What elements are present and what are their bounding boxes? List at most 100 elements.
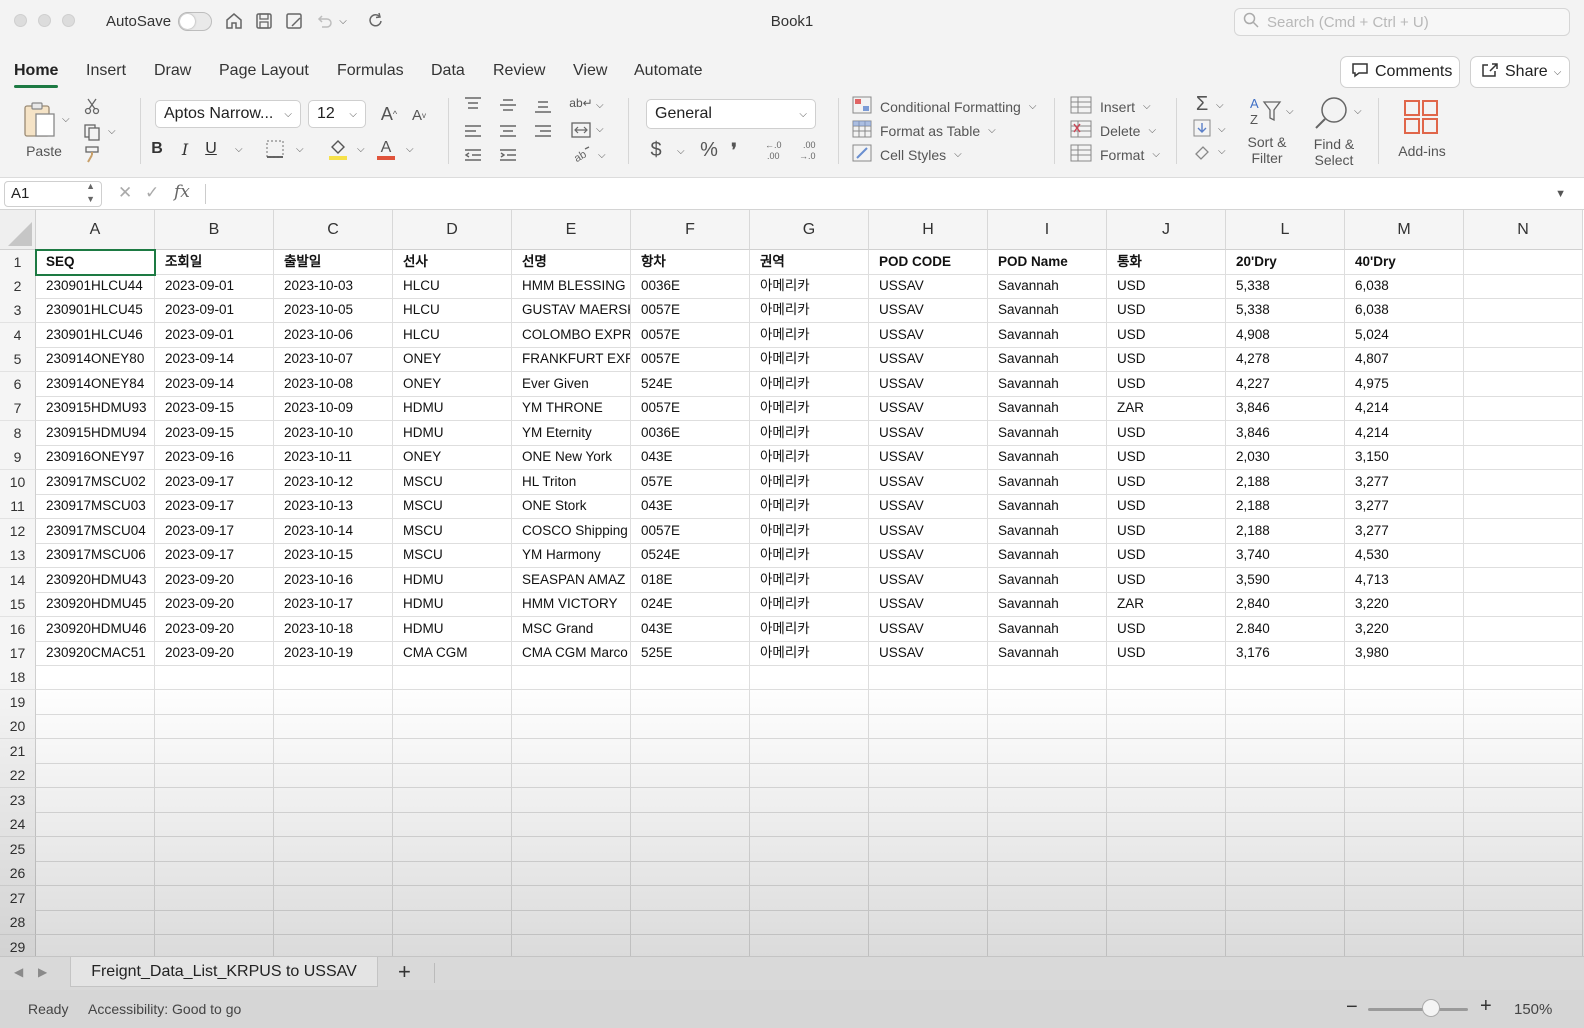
empty-cell[interactable] <box>750 935 869 956</box>
empty-cell[interactable] <box>631 812 750 837</box>
table-cell[interactable]: 5,024 <box>1345 323 1464 348</box>
empty-cell[interactable] <box>274 886 393 911</box>
empty-cell[interactable] <box>1345 788 1464 813</box>
merge-dropdown-icon[interactable]: ⌵ <box>596 124 604 135</box>
sort-filter-icon[interactable]: AZ <box>1248 94 1284 130</box>
tab-page-layout[interactable]: Page Layout <box>219 62 309 80</box>
table-cell[interactable]: HDMU <box>393 396 512 421</box>
font-color-icon[interactable]: A <box>374 136 398 162</box>
table-cell[interactable]: USD <box>1107 543 1226 568</box>
undo-icon[interactable] <box>312 9 336 33</box>
table-cell[interactable]: 043E <box>631 494 750 519</box>
header-cell[interactable]: 통화 <box>1107 250 1226 275</box>
table-cell[interactable]: 2023-09-14 <box>155 372 274 397</box>
empty-cell[interactable] <box>1345 837 1464 862</box>
accessibility-status[interactable]: Accessibility: Good to go <box>88 1001 241 1017</box>
table-cell[interactable]: USD <box>1107 298 1226 323</box>
empty-cell[interactable] <box>1345 812 1464 837</box>
table-cell[interactable] <box>1464 298 1583 323</box>
empty-cell[interactable] <box>1464 665 1583 690</box>
column-header-m[interactable]: M <box>1345 210 1464 250</box>
find-select-label[interactable]: Find & Select <box>1306 136 1362 168</box>
empty-cell[interactable] <box>1464 812 1583 837</box>
column-header-a[interactable]: A <box>36 210 155 250</box>
table-cell[interactable]: 2023-09-17 <box>155 470 274 495</box>
save-icon[interactable] <box>252 9 276 33</box>
table-cell[interactable]: 0524E <box>631 543 750 568</box>
empty-cell[interactable] <box>512 714 631 739</box>
empty-cell[interactable] <box>988 665 1107 690</box>
table-cell[interactable]: 아메리카 <box>750 298 869 323</box>
empty-cell[interactable] <box>1345 763 1464 788</box>
header-cell[interactable]: POD CODE <box>869 250 988 275</box>
align-right-icon[interactable] <box>532 122 554 140</box>
table-cell[interactable]: USD <box>1107 323 1226 348</box>
table-cell[interactable]: 2023-09-20 <box>155 568 274 593</box>
table-cell[interactable]: YM Harmony <box>512 543 631 568</box>
table-cell[interactable]: HDMU <box>393 568 512 593</box>
table-cell[interactable]: MSCU <box>393 494 512 519</box>
zoom-in-icon[interactable]: + <box>1480 995 1492 1018</box>
table-cell[interactable]: 230920CMAC51 <box>36 641 155 666</box>
row-header-14[interactable]: 14 <box>0 568 36 593</box>
empty-cell[interactable] <box>1345 665 1464 690</box>
empty-cell[interactable] <box>1107 690 1226 715</box>
column-header-n[interactable]: N <box>1464 210 1583 250</box>
empty-cell[interactable] <box>274 690 393 715</box>
empty-cell[interactable] <box>274 812 393 837</box>
table-cell[interactable]: 525E <box>631 641 750 666</box>
table-cell[interactable]: HMM BLESSING <box>512 274 631 299</box>
wrap-text-dropdown-icon[interactable]: ⌵ <box>596 100 604 111</box>
table-cell[interactable]: 4,278 <box>1226 347 1345 372</box>
table-cell[interactable]: 230917MSCU04 <box>36 519 155 544</box>
empty-cell[interactable] <box>393 739 512 764</box>
empty-cell[interactable] <box>1226 861 1345 886</box>
table-cell[interactable]: USSAV <box>869 617 988 642</box>
orientation-dropdown-icon[interactable]: ⌵ <box>598 150 606 161</box>
empty-cell[interactable] <box>869 714 988 739</box>
table-cell[interactable]: 아메리카 <box>750 421 869 446</box>
empty-cell[interactable] <box>393 935 512 956</box>
comments-button[interactable]: Comments <box>1340 56 1460 88</box>
table-cell[interactable] <box>1464 519 1583 544</box>
empty-cell[interactable] <box>1226 739 1345 764</box>
row-header-12[interactable]: 12 <box>0 519 36 544</box>
table-cell[interactable]: MSCU <box>393 519 512 544</box>
table-cell[interactable]: Savannah <box>988 592 1107 617</box>
empty-cell[interactable] <box>36 690 155 715</box>
table-cell[interactable]: Savannah <box>988 445 1107 470</box>
table-cell[interactable]: 043E <box>631 617 750 642</box>
comma-style-button[interactable]: ❜ <box>726 137 742 163</box>
empty-cell[interactable] <box>631 935 750 956</box>
table-cell[interactable]: 아메리카 <box>750 372 869 397</box>
align-center-icon[interactable] <box>497 122 519 140</box>
table-cell[interactable]: Savannah <box>988 494 1107 519</box>
row-header-25[interactable]: 25 <box>0 837 36 862</box>
table-cell[interactable]: Ever Given <box>512 372 631 397</box>
empty-cell[interactable] <box>1464 690 1583 715</box>
copy-dropdown-icon[interactable]: ⌵ <box>108 126 116 137</box>
row-header-15[interactable]: 15 <box>0 592 36 617</box>
empty-cell[interactable] <box>155 837 274 862</box>
empty-cell[interactable] <box>1107 861 1226 886</box>
table-cell[interactable]: 230915HDMU94 <box>36 421 155 446</box>
empty-cell[interactable] <box>155 788 274 813</box>
table-cell[interactable]: 2023-10-18 <box>274 617 393 642</box>
name-box[interactable]: A1 ▲ ▼ <box>4 181 102 207</box>
empty-cell[interactable] <box>631 861 750 886</box>
empty-cell[interactable] <box>988 812 1107 837</box>
insert-function-icon[interactable]: fx <box>174 182 190 202</box>
table-cell[interactable]: USD <box>1107 347 1226 372</box>
table-cell[interactable]: 3,846 <box>1226 396 1345 421</box>
row-header-24[interactable]: 24 <box>0 812 36 837</box>
header-cell[interactable]: 권역 <box>750 250 869 275</box>
row-header-10[interactable]: 10 <box>0 470 36 495</box>
table-cell[interactable]: 2.840 <box>1226 617 1345 642</box>
conditional-formatting-button[interactable]: Conditional Formatting ⌵ <box>852 96 1036 117</box>
table-cell[interactable]: MSC Grand <box>512 617 631 642</box>
table-cell[interactable]: ZAR <box>1107 396 1226 421</box>
empty-cell[interactable] <box>750 788 869 813</box>
header-cell[interactable]: 선명 <box>512 250 631 275</box>
font-name-dropdown[interactable]: Aptos Narrow... ⌵ <box>155 100 301 128</box>
empty-cell[interactable] <box>36 935 155 956</box>
